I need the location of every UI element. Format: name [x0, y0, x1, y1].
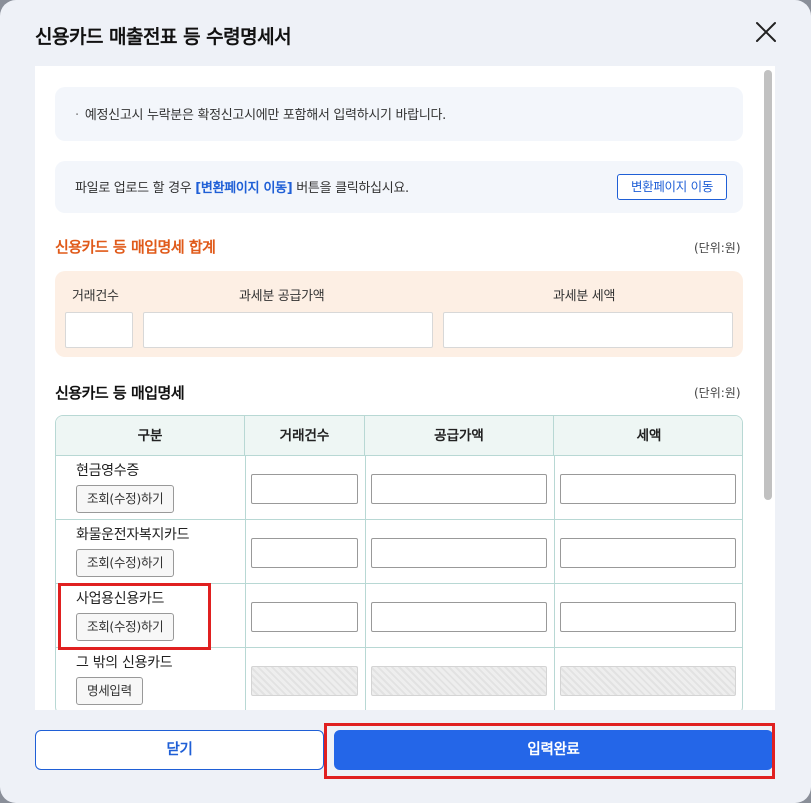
- tax-input[interactable]: [560, 474, 736, 504]
- receipt-statement-modal: 신용카드 매출전표 등 수령명세서 · 예정신고시 누락분은 확정신고시에만 포함…: [0, 0, 811, 803]
- summary-count-field[interactable]: [65, 312, 133, 348]
- header-category: 구분: [56, 416, 245, 456]
- summary-unit-label: (단위:원): [694, 241, 741, 255]
- summary-count-label: 거래건수: [72, 289, 119, 304]
- supply-input[interactable]: [371, 602, 547, 632]
- row-edit-button[interactable]: 조회(수정)하기: [76, 549, 175, 577]
- upload-instruction: 파일로 업로드 할 경우 [변환페이지 이동] 버튼을 클릭하십시요.: [75, 181, 409, 196]
- upload-box: 파일로 업로드 할 경우 [변환페이지 이동] 버튼을 클릭하십시요. 변환페이…: [55, 161, 743, 213]
- tax-input-disabled: [560, 666, 736, 696]
- modal-title: 신용카드 매출전표 등 수령명세서: [35, 26, 292, 48]
- detail-title: 신용카드 등 매입명세: [55, 384, 185, 402]
- count-input[interactable]: [251, 474, 358, 504]
- summary-tax-field[interactable]: [443, 312, 733, 348]
- table-row: 그 밖의 신용카드 명세입력: [56, 648, 742, 710]
- row-label: 현금영수증: [76, 463, 139, 479]
- row-edit-button[interactable]: 조회(수정)하기: [76, 485, 175, 513]
- upload-highlight: [변환페이지 이동]: [195, 181, 293, 196]
- summary-title: 신용카드 등 매입명세 합계: [55, 238, 216, 256]
- notice-box: · 예정신고시 누락분은 확정신고시에만 포함해서 입력하시기 바랍니다.: [55, 87, 743, 141]
- row-label: 그 밖의 신용카드: [76, 655, 173, 671]
- summary-box: 거래건수 과세분 공급가액 과세분 세액: [55, 271, 743, 357]
- supply-input-disabled: [371, 666, 547, 696]
- highlight-box-submit: [324, 723, 775, 779]
- bullet-icon: ·: [75, 108, 79, 123]
- detail-unit-label: (단위:원): [694, 386, 741, 400]
- scrollbar-thumb[interactable]: [764, 70, 772, 500]
- convert-page-button[interactable]: 변환페이지 이동: [617, 174, 727, 200]
- detail-input-button[interactable]: 명세입력: [76, 677, 143, 705]
- table-row: 현금영수증 조회(수정)하기: [56, 456, 742, 520]
- summary-tax-label: 과세분 세액: [553, 289, 616, 304]
- row-label: 화물운전자복지카드: [76, 527, 190, 543]
- summary-supply-field[interactable]: [143, 312, 433, 348]
- notice-text: 예정신고시 누락분은 확정신고시에만 포함해서 입력하시기 바랍니다.: [84, 108, 446, 123]
- count-input-disabled: [251, 666, 358, 696]
- header-count: 거래건수: [245, 416, 365, 456]
- modal-content: · 예정신고시 누락분은 확정신고시에만 포함해서 입력하시기 바랍니다. 파일로…: [35, 66, 775, 710]
- close-icon[interactable]: [752, 18, 780, 46]
- table-header-row: 구분 거래건수 공급가액 세액: [56, 416, 742, 456]
- header-supply: 공급가액: [365, 416, 554, 456]
- summary-supply-label: 과세분 공급가액: [239, 289, 325, 304]
- modal-header: 신용카드 매출전표 등 수령명세서: [0, 0, 811, 66]
- tax-input[interactable]: [560, 538, 736, 568]
- supply-input[interactable]: [371, 538, 547, 568]
- highlight-box-business-card: [58, 583, 211, 650]
- count-input[interactable]: [251, 538, 358, 568]
- supply-input[interactable]: [371, 474, 547, 504]
- close-button[interactable]: 닫기: [35, 730, 324, 770]
- tax-input[interactable]: [560, 602, 736, 632]
- detail-table: 구분 거래건수 공급가액 세액 현금영수증 조회(수정)하기 화물운전자복지카드…: [55, 415, 743, 710]
- table-row: 화물운전자복지카드 조회(수정)하기: [56, 520, 742, 584]
- header-tax: 세액: [636, 428, 662, 444]
- count-input[interactable]: [251, 602, 358, 632]
